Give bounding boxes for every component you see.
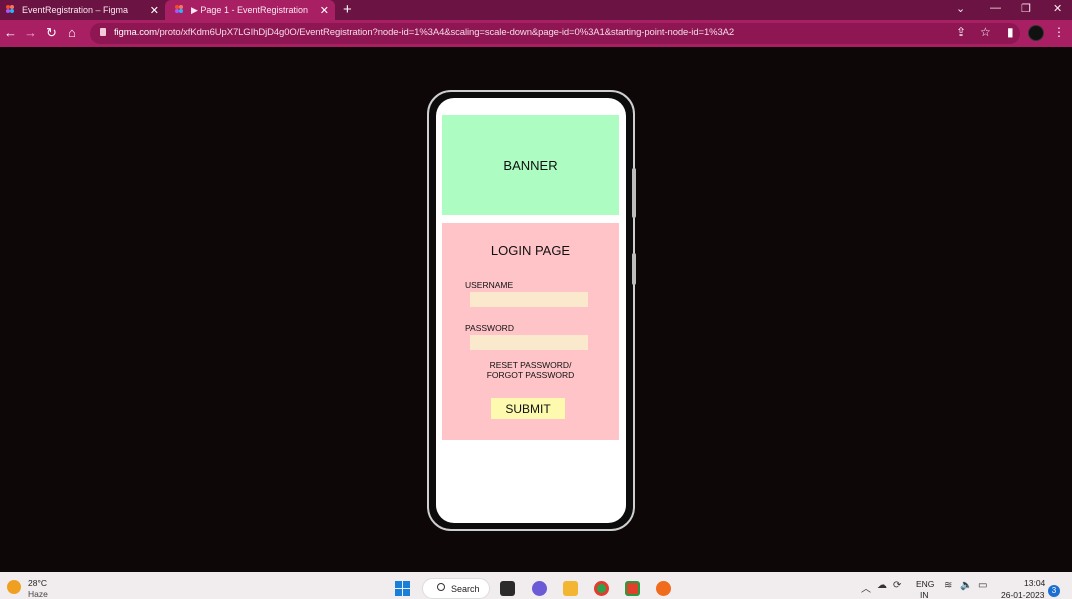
menu-icon[interactable]: ⋮ [1053,25,1065,39]
chat-icon[interactable] [532,581,547,596]
close-icon[interactable]: ✕ [320,4,329,17]
chevron-up-icon[interactable]: ︿ [861,580,871,595]
chrome-icon[interactable] [594,581,609,596]
clock-time[interactable]: 13:04 [1024,578,1045,588]
start-icon[interactable] [395,581,410,596]
figma-icon [175,5,185,15]
tab-strip: EventRegistration – Figma ✕ ▶ Page 1 - E… [0,0,1072,20]
tab-figma-editor[interactable]: EventRegistration – Figma ✕ [0,0,165,20]
plus-icon[interactable]: + [343,1,352,18]
phone-side-button [632,168,636,218]
address-bar: ← → ↻ ⌂ figma.com/proto/xfKdm6UpX7LGIhDj… [0,20,1072,47]
username-field[interactable] [470,292,588,307]
login-card: LOGIN PAGE USERNAME PASSWORD RESET PASSW… [442,223,619,440]
weather-sun-icon[interactable] [7,580,21,594]
weather-temp[interactable]: 28°C [28,578,47,588]
url-text: figma.com/proto/xfKdm6UpX7LGIhDjD4g0O/Ev… [114,27,735,38]
reset-link-line: FORGOT PASSWORD [486,370,575,380]
search-label: Search [451,584,480,594]
avatar[interactable] [1028,25,1044,41]
search-icon [437,583,445,591]
wifi-icon[interactable]: ≋ [944,580,952,591]
reload-icon[interactable]: ↻ [46,25,57,41]
taskbar-search[interactable]: Search [422,578,490,599]
taskbar: 28°C Haze Search ︿ ☁ ⟳ ENG IN ≋ 🔈 ▭ 13:0… [0,572,1072,599]
home-icon[interactable]: ⌂ [68,25,76,40]
restore-icon[interactable]: ❐ [1021,2,1031,15]
minimize-icon[interactable]: — [990,2,1001,14]
url-field[interactable]: figma.com/proto/xfKdm6UpX7LGIhDjD4g0O/Ev… [90,23,1020,44]
reset-link-line: RESET PASSWORD/ [489,360,572,370]
store-icon[interactable] [625,581,640,596]
sidebar-icon[interactable]: ▮ [1007,25,1014,39]
password-field[interactable] [470,335,588,350]
sync-icon[interactable]: ⟳ [893,580,901,591]
password-label: PASSWORD [465,323,514,333]
banner: BANNER [442,115,619,215]
submit-button[interactable]: SUBMIT [491,398,565,419]
volume-icon[interactable]: 🔈 [960,580,972,591]
lock-icon[interactable] [100,28,106,36]
notification-badge[interactable]: 3 [1048,585,1060,597]
window-close-icon[interactable]: ✕ [1053,2,1062,15]
language-region[interactable]: IN [920,590,929,599]
chevron-down-icon[interactable]: ⌄ [956,2,965,15]
tab-title: EventRegistration – Figma [22,5,129,15]
back-icon[interactable]: ← [4,25,17,40]
page-title: LOGIN PAGE [490,243,571,258]
forward-icon[interactable]: → [24,25,37,40]
weather-desc[interactable]: Haze [28,589,48,599]
tab-prototype[interactable]: ▶ Page 1 - EventRegistration ✕ [165,0,335,20]
share-icon[interactable]: ⇪ [956,25,966,39]
username-label: USERNAME [465,280,514,290]
tab-title: ▶ Page 1 - EventRegistration [191,4,308,15]
clock-date[interactable]: 26-01-2023 [1001,590,1044,599]
close-icon[interactable]: ✕ [150,4,159,17]
battery-icon[interactable]: ▭ [978,580,987,591]
banner-label: BANNER [503,157,558,173]
language-indicator[interactable]: ENG [916,579,934,589]
file-explorer-icon[interactable] [563,581,578,596]
firefox-icon[interactable] [656,581,671,596]
cloud-icon[interactable]: ☁ [877,580,887,591]
star-icon[interactable]: ☆ [980,25,991,39]
phone-side-button [632,253,636,285]
reset-password-link[interactable]: RESET PASSWORD/ FORGOT PASSWORD [442,360,619,380]
task-view-icon[interactable] [500,581,515,596]
figma-icon [6,5,16,15]
